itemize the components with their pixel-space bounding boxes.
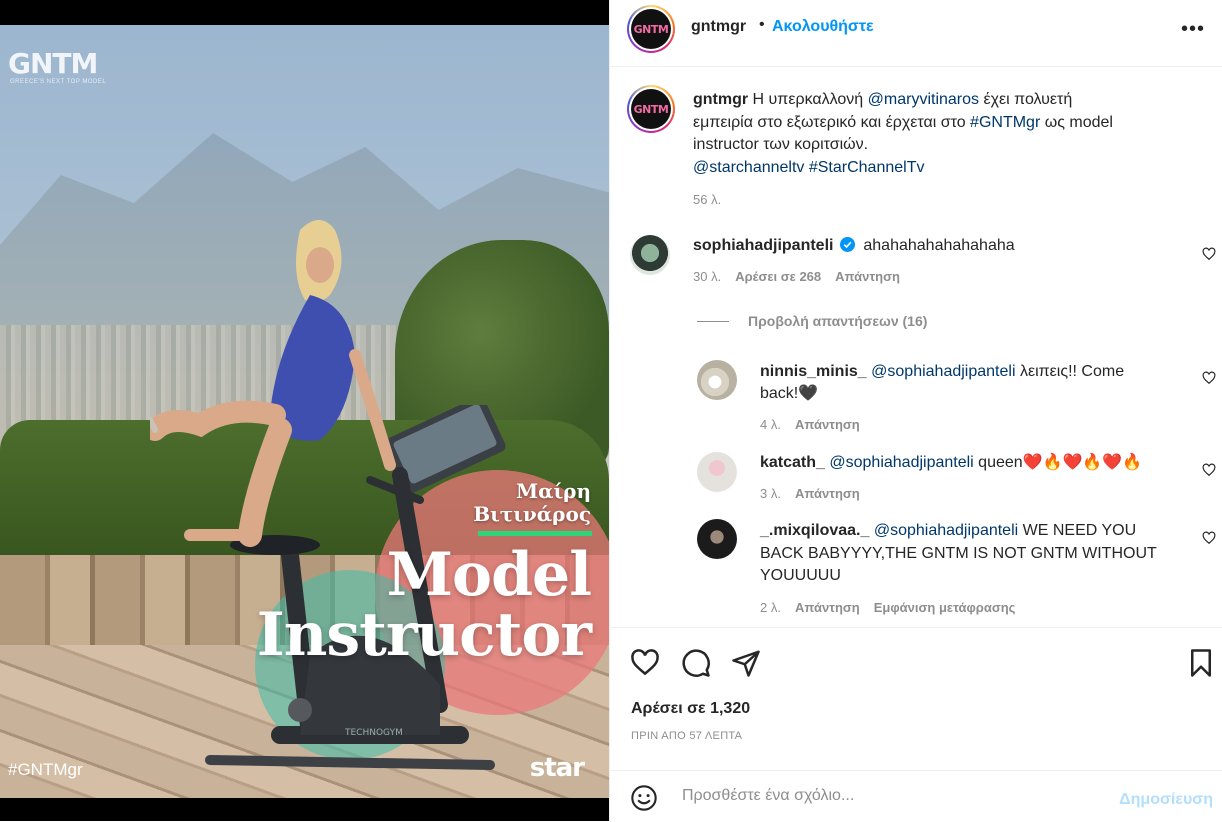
comment-time[interactable]: 3 λ. — [760, 486, 781, 501]
svg-text:TECHNOGYM: TECHNOGYM — [344, 728, 403, 738]
title-line2: Instructor — [256, 600, 592, 670]
caption-avatar-text: GNTM — [633, 102, 669, 116]
caption-avatar[interactable]: GNTM — [627, 85, 675, 133]
post-caption: gntmgr Η υπερκαλλονή @maryvitinaros έχει… — [693, 89, 1133, 212]
post-media[interactable]: TECHNOGYM GNTM GREECE'S NEXT TOP MODEL Μ… — [0, 0, 609, 821]
author-username[interactable]: gntmgr — [691, 18, 746, 36]
verified-badge-icon — [839, 237, 855, 252]
caption-hashtag-2[interactable]: #StarChannelTv — [809, 159, 925, 176]
person-name-line1: Μαίρη — [515, 479, 591, 503]
comment-time[interactable]: 2 λ. — [760, 600, 781, 615]
reply-button[interactable]: Απάντηση — [795, 417, 860, 432]
emoji-icon[interactable] — [630, 784, 658, 812]
separator-dot: • — [759, 16, 765, 33]
share-send-icon[interactable] — [731, 648, 761, 678]
comment-like-heart-icon[interactable] — [1202, 463, 1216, 477]
comment-text-line2: BACK BABYYYY,THE GNTM IS NOT GNTM WITHOU… — [760, 544, 1157, 562]
person-name-line2: Βιτινάρος — [473, 502, 591, 526]
follow-button[interactable]: Ακολουθήστε — [772, 18, 874, 36]
name-underline — [478, 531, 592, 536]
comment-meta: 30 λ. Αρέσει σε 268 Απάντηση — [693, 269, 914, 284]
reply-button[interactable]: Απάντηση — [795, 486, 860, 501]
star-channel-logo: star — [529, 753, 585, 783]
replies-divider-line — [697, 321, 729, 322]
add-comment-bar: Δημοσίευση — [610, 770, 1222, 822]
comment-text-line3: YOUUUUU — [760, 567, 841, 584]
caption-text-1: Η υπερκαλλονή — [748, 91, 868, 108]
post-side-panel: GNTM gntmgr • Ακολουθήστε ••• GNTM gntmg… — [609, 0, 1222, 821]
post-actions: Αρέσει σε 1,320 ΠΡΙΝ ΑΠΟ 57 ΛΕΠΤΑ — [610, 627, 1222, 758]
comment-like-heart-icon[interactable] — [1202, 247, 1216, 261]
more-options-icon[interactable]: ••• — [1181, 18, 1205, 41]
comment-time[interactable]: 4 λ. — [760, 417, 781, 432]
comment-likes[interactable]: Αρέσει σε 268 — [735, 269, 821, 284]
comment-mention[interactable]: @sophiahadjipanteli — [871, 363, 1015, 380]
comment-ninnis: ninnis_minis_ @sophiahadjipanteli λειπει… — [760, 361, 1170, 405]
post-likes-count[interactable]: Αρέσει σε 1,320 — [631, 700, 750, 718]
see-translation-button[interactable]: Εμφάνιση μετάφρασης — [874, 600, 1016, 615]
gntm-watermark-subtext: GREECE'S NEXT TOP MODEL — [10, 79, 107, 85]
reply-button[interactable]: Απάντηση — [835, 269, 900, 284]
caption-mention-1[interactable]: @maryvitinaros — [868, 91, 979, 108]
poster-hashtag: #GNTMgr — [8, 760, 83, 779]
comment-mention[interactable]: @sophiahadjipanteli — [874, 522, 1018, 539]
caption-mention-2[interactable]: @starchanneltv — [693, 159, 804, 176]
comments-list[interactable]: GNTM gntmgr Η υπερκαλλονή @maryvitinaros… — [610, 67, 1222, 627]
comment-input[interactable] — [680, 786, 1104, 806]
comment-like-heart-icon[interactable] — [1202, 531, 1216, 545]
caption-hashtag-1[interactable]: #GNTMgr — [970, 114, 1040, 131]
like-heart-icon[interactable] — [630, 648, 660, 678]
comment-username[interactable]: ninnis_minis_ — [760, 363, 867, 380]
save-bookmark-icon[interactable] — [1186, 648, 1216, 678]
author-avatar[interactable]: GNTM — [627, 5, 675, 53]
comment-avatar-mixqilovaa[interactable] — [697, 519, 737, 559]
comment-username[interactable]: sophiahadjipanteli — [693, 237, 833, 254]
comment-mention[interactable]: @sophiahadjipanteli — [829, 454, 973, 471]
caption-time[interactable]: 56 λ. — [693, 189, 1133, 212]
comment-text: queen❤️🔥❤️🔥❤️🔥 — [973, 454, 1143, 471]
comment-username[interactable]: katcath_ — [760, 454, 825, 471]
post-comment-button[interactable]: Δημοσίευση — [1119, 791, 1213, 809]
model-figure-illustration — [150, 220, 396, 547]
poster-title: Model Instructor — [256, 540, 592, 670]
comment-meta: 3 λ. Απάντηση — [760, 486, 874, 501]
comment-mixqilovaa: _.mixqilovaa._ @sophiahadjipanteli WE NE… — [760, 520, 1180, 588]
caption-username[interactable]: gntmgr — [693, 91, 748, 108]
post-timestamp[interactable]: ΠΡΙΝ ΑΠΟ 57 ΛΕΠΤΑ — [631, 730, 742, 742]
post-image: TECHNOGYM GNTM GREECE'S NEXT TOP MODEL Μ… — [0, 25, 609, 798]
comment-username[interactable]: _.mixqilovaa._ — [760, 522, 869, 539]
comment-like-heart-icon[interactable] — [1202, 371, 1216, 385]
comment-time[interactable]: 30 λ. — [693, 269, 721, 284]
reply-button[interactable]: Απάντηση — [795, 600, 860, 615]
post-header: GNTM gntmgr • Ακολουθήστε ••• — [610, 0, 1222, 67]
title-line1: Model — [386, 540, 592, 610]
comment-meta: 4 λ. Απάντηση — [760, 417, 874, 432]
comment-sophiahadjipanteli: sophiahadjipanteli ahahahahahahahaha — [693, 235, 1015, 257]
comment-avatar-sophiahadjipanteli[interactable] — [630, 235, 670, 275]
gntm-watermark-logo: GNTM — [8, 47, 98, 80]
comment-icon[interactable] — [681, 648, 711, 678]
featured-person-name: Μαίρη Βιτινάρος — [473, 480, 591, 526]
comment-meta: 2 λ. Απάντηση Εμφάνιση μετάφρασης — [760, 600, 1029, 615]
avatar-logo-text: GNTM — [633, 22, 669, 36]
comment-text: ahahahahahahahaha — [863, 237, 1015, 254]
comment-avatar-ninnis[interactable] — [697, 360, 737, 400]
comment-katcath: katcath_ @sophiahadjipanteli queen❤️🔥❤️🔥… — [760, 452, 1180, 474]
comment-avatar-katcath[interactable] — [697, 452, 737, 492]
comment-text-line1: λειπεις!! Come — [1015, 363, 1125, 380]
view-replies-button[interactable]: Προβολή απαντήσεων (16) — [748, 313, 927, 329]
comment-text-line1: WE NEED YOU — [1018, 522, 1137, 539]
comment-text-line2: back!🖤 — [760, 385, 819, 402]
